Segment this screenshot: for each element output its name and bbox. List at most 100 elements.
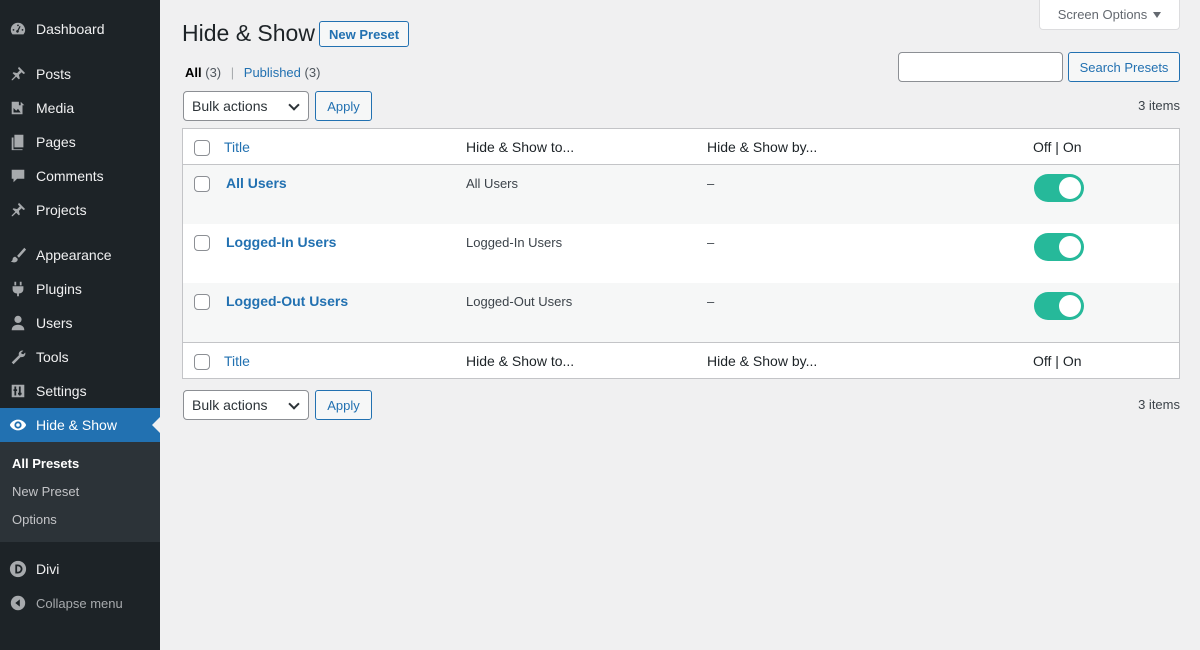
filter-all-link[interactable]: All bbox=[185, 65, 202, 80]
row-hide-show-by: – bbox=[707, 294, 715, 309]
row-hide-show-by: – bbox=[707, 176, 715, 191]
menu-label: Collapse menu bbox=[36, 595, 123, 611]
bulk-actions-label: Bulk actions bbox=[192, 397, 268, 413]
new-preset-button[interactable]: New Preset bbox=[319, 21, 410, 47]
menu-item-appearance[interactable]: Appearance bbox=[0, 238, 160, 272]
table-header-row: Title Hide & Show to... Hide & Show by..… bbox=[183, 129, 1179, 165]
admin-sidebar: Dashboard Posts Media Pages Comments Pro… bbox=[0, 0, 160, 650]
menu-label: Dashboard bbox=[36, 21, 105, 37]
select-all-checkbox[interactable] bbox=[194, 140, 210, 156]
menu-label: Comments bbox=[36, 168, 104, 184]
chevron-down-icon bbox=[288, 398, 300, 410]
row-title-link[interactable]: All Users bbox=[226, 175, 287, 191]
menu-item-media[interactable]: Media bbox=[0, 91, 160, 125]
submenu-item-all-presets[interactable]: All Presets bbox=[12, 456, 79, 471]
filter-published-link[interactable]: Published bbox=[244, 65, 301, 80]
apply-button-bottom[interactable]: Apply bbox=[315, 390, 372, 420]
brush-icon bbox=[8, 245, 28, 265]
row-title-link[interactable]: Logged-In Users bbox=[226, 234, 336, 250]
table-row: All Users All Users – bbox=[183, 165, 1179, 224]
menu-label: Appearance bbox=[36, 247, 112, 263]
eye-icon bbox=[8, 415, 28, 435]
column-header-hide-show-to: Hide & Show to... bbox=[466, 353, 575, 369]
menu-label: Posts bbox=[36, 66, 72, 82]
menu-label: Projects bbox=[36, 202, 87, 218]
menu-item-posts[interactable]: Posts bbox=[0, 57, 160, 91]
column-header-hide-show-by: Hide & Show by... bbox=[707, 353, 818, 369]
search-input[interactable] bbox=[898, 52, 1063, 82]
menu-label: Tools bbox=[36, 349, 69, 365]
menu-item-comments[interactable]: Comments bbox=[0, 159, 160, 193]
comment-icon bbox=[8, 166, 28, 186]
menu-item-pages[interactable]: Pages bbox=[0, 125, 160, 159]
bulk-actions-select-bottom[interactable]: Bulk actions bbox=[183, 390, 309, 420]
menu-label: Media bbox=[36, 100, 75, 116]
menu-label: Settings bbox=[36, 383, 87, 399]
row-hide-show-by: – bbox=[707, 235, 715, 250]
page-title: Hide & Show bbox=[182, 20, 315, 46]
status-filter-links: All (3) | Published (3) bbox=[185, 65, 320, 80]
table-footer-row: Title Hide & Show to... Hide & Show by..… bbox=[183, 342, 1179, 378]
row-hide-show-to: Logged-Out Users bbox=[466, 294, 573, 309]
menu-item-projects[interactable]: Projects bbox=[0, 193, 160, 227]
menu-label: Pages bbox=[36, 134, 76, 150]
items-count: 3 items bbox=[1138, 98, 1180, 113]
filter-all-count: (3) bbox=[205, 65, 222, 80]
column-header-title[interactable]: Title bbox=[224, 353, 250, 369]
menu-item-tools[interactable]: Tools bbox=[0, 340, 160, 374]
column-header-off-on: Off | On bbox=[1033, 139, 1082, 155]
row-toggle-switch[interactable] bbox=[1034, 174, 1084, 202]
user-icon bbox=[8, 313, 28, 333]
column-header-hide-show-to: Hide & Show to... bbox=[466, 139, 575, 155]
toggle-knob bbox=[1059, 295, 1081, 317]
row-hide-show-to: Logged-In Users bbox=[466, 235, 563, 250]
settings-icon bbox=[8, 381, 28, 401]
pin-icon bbox=[8, 200, 28, 220]
column-header-off-on: Off | On bbox=[1033, 353, 1082, 369]
presets-table: Title Hide & Show to... Hide & Show by..… bbox=[182, 128, 1180, 379]
menu-item-dashboard[interactable]: Dashboard bbox=[0, 12, 160, 46]
menu-item-collapse[interactable]: Collapse menu bbox=[0, 586, 160, 620]
bulk-actions-select[interactable]: Bulk actions bbox=[183, 91, 309, 121]
apply-button[interactable]: Apply bbox=[315, 91, 372, 121]
filter-separator: | bbox=[230, 65, 235, 80]
table-row: Logged-Out Users Logged-Out Users – bbox=[183, 283, 1179, 342]
select-all-checkbox[interactable] bbox=[194, 354, 210, 370]
menu-label: Users bbox=[36, 315, 73, 331]
menu-label: Hide & Show bbox=[36, 417, 117, 433]
menu-item-settings[interactable]: Settings bbox=[0, 374, 160, 408]
divi-icon bbox=[8, 559, 28, 579]
toggle-knob bbox=[1059, 177, 1081, 199]
plugin-icon bbox=[8, 279, 28, 299]
menu-label: Plugins bbox=[36, 281, 82, 297]
filter-published-count: (3) bbox=[304, 65, 321, 80]
media-icon bbox=[8, 98, 28, 118]
row-checkbox[interactable] bbox=[194, 235, 210, 251]
row-toggle-switch[interactable] bbox=[1034, 233, 1084, 261]
submenu-item-new-preset[interactable]: New Preset bbox=[12, 484, 79, 499]
search-presets-button[interactable]: Search Presets bbox=[1068, 52, 1180, 82]
row-toggle-switch[interactable] bbox=[1034, 292, 1084, 320]
menu-item-hide-show[interactable]: Hide & Show bbox=[0, 408, 160, 442]
screen-options-label: Screen Options bbox=[1057, 7, 1148, 22]
table-row: Logged-In Users Logged-In Users – bbox=[183, 224, 1179, 283]
row-title-link[interactable]: Logged-Out Users bbox=[226, 293, 348, 309]
collapse-icon bbox=[8, 593, 28, 613]
row-checkbox[interactable] bbox=[194, 294, 210, 310]
menu-item-users[interactable]: Users bbox=[0, 306, 160, 340]
column-header-title[interactable]: Title bbox=[224, 139, 250, 155]
menu-item-plugins[interactable]: Plugins bbox=[0, 272, 160, 306]
menu-item-divi[interactable]: Divi bbox=[0, 552, 160, 586]
chevron-down-icon bbox=[288, 99, 300, 111]
menu-label: Divi bbox=[36, 561, 60, 577]
screen-options-button[interactable]: Screen Options bbox=[1039, 0, 1180, 30]
items-count-bottom: 3 items bbox=[1138, 397, 1180, 412]
submenu-item-options[interactable]: Options bbox=[12, 512, 57, 527]
bulk-actions-label: Bulk actions bbox=[192, 98, 268, 114]
dashboard-icon bbox=[8, 19, 28, 39]
wrench-icon bbox=[8, 347, 28, 367]
column-header-hide-show-by: Hide & Show by... bbox=[707, 139, 818, 155]
toggle-knob bbox=[1059, 236, 1081, 258]
row-checkbox[interactable] bbox=[194, 176, 210, 192]
caret-down-icon bbox=[1153, 12, 1162, 18]
